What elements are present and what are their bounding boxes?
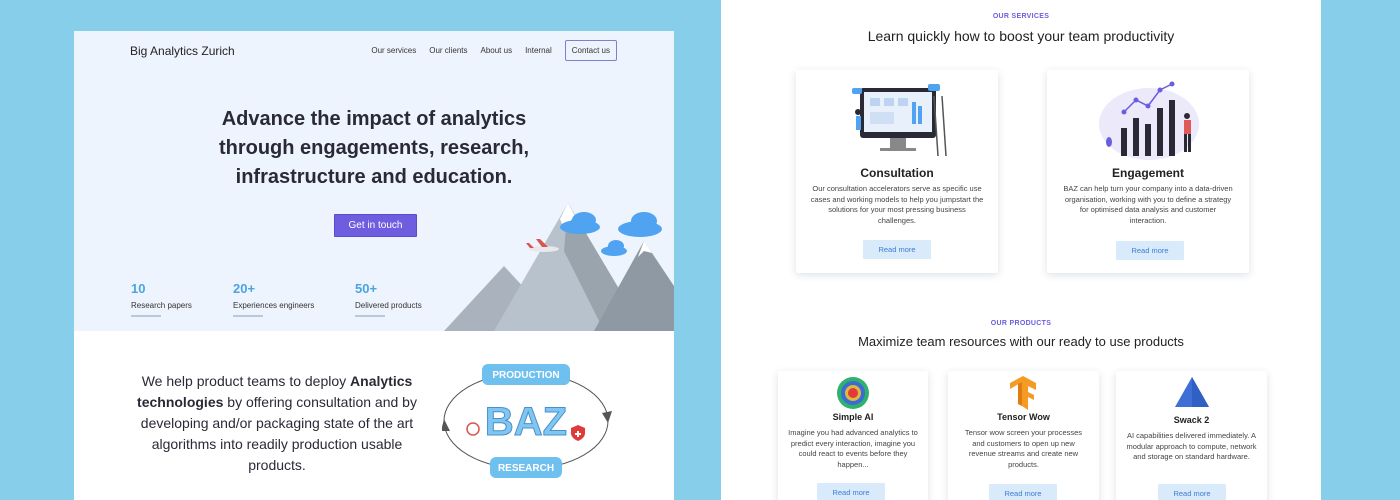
card-description: AI capabilities delivered immediately. A… xyxy=(1126,431,1257,461)
baz-wordmark: BAZ xyxy=(485,400,567,444)
card-title: Swack 2 xyxy=(1173,415,1210,425)
simple-ai-icon xyxy=(837,377,869,409)
stat-underline xyxy=(233,315,263,317)
consultation-read-more-button[interactable]: Read more xyxy=(863,240,931,259)
tensorflow-icon xyxy=(1010,376,1036,410)
tensor-wow-read-more-button[interactable]: Read more xyxy=(989,484,1057,500)
stat-underline xyxy=(355,315,385,317)
service-card-engagement: Engagement BAZ can help turn your compan… xyxy=(1047,70,1249,273)
card-description: Tensor wow screen your processes and cus… xyxy=(964,428,1083,469)
production-label: PRODUCTION xyxy=(492,370,559,381)
stat-delivered-products: 50+ Delivered products xyxy=(355,281,422,317)
card-title: Simple AI xyxy=(832,412,874,422)
hero-headline-line-1: Advance the impact of analytics xyxy=(221,108,527,130)
hero-section: Big Analytics Zurich Our services Our cl… xyxy=(74,31,674,331)
person-icon xyxy=(855,109,861,115)
hero-headline-line-2: through engagements, research, xyxy=(218,137,530,159)
stat-label: Delivered products xyxy=(355,301,422,310)
intro-text-part-1: We help product teams to deploy xyxy=(141,373,347,389)
nav-about-us[interactable]: About us xyxy=(480,46,512,55)
baz-cycle-diagram: PRODUCTION RESEARCH BAZ xyxy=(442,364,612,478)
card-description: Imagine you had advanced analytics to pr… xyxy=(788,428,918,469)
card-title: Consultation xyxy=(860,166,934,180)
target-icon xyxy=(466,422,480,436)
contact-us-button[interactable]: Contact us xyxy=(564,40,617,61)
products-eyebrow: OUR PRODUCTS xyxy=(990,320,1052,327)
services-eyebrow: OUR SERVICES xyxy=(992,13,1050,20)
bar-icon xyxy=(1145,124,1151,156)
swack-triangle-icon xyxy=(1175,377,1209,407)
card-description: BAZ can help turn your company into a da… xyxy=(1063,184,1233,225)
cloud-icon xyxy=(618,212,662,237)
get-in-touch-button[interactable]: Get in touch xyxy=(334,214,417,237)
stat-label: Experiences engineers xyxy=(233,301,315,310)
mountains-illustration xyxy=(444,203,674,331)
hero-headline-line-3: infrastructure and education. xyxy=(235,166,513,188)
product-card-simple-ai: Simple AI Imagine you had advanced analy… xyxy=(778,371,928,500)
arrow-head-icon xyxy=(442,419,450,431)
service-card-consultation: Consultation Our consultation accelerato… xyxy=(796,70,998,273)
bar-icon xyxy=(1121,128,1127,156)
person-icon xyxy=(1184,113,1190,119)
product-card-tensor-wow: Tensor Wow Tensor wow screen your proces… xyxy=(948,371,1099,500)
plant-icon xyxy=(1106,137,1112,147)
nav-our-clients[interactable]: Our clients xyxy=(429,46,467,55)
left-page: Big Analytics Zurich Our services Our cl… xyxy=(74,31,674,500)
stat-value: 20+ xyxy=(233,281,256,296)
nav-internal[interactable]: Internal xyxy=(525,46,552,55)
simple-ai-read-more-button[interactable]: Read more xyxy=(817,483,885,500)
card-title: Engagement xyxy=(1111,166,1184,180)
stat-value: 10 xyxy=(131,281,146,296)
nav-our-services[interactable]: Our services xyxy=(371,46,416,55)
stat-label: Research papers xyxy=(131,301,192,310)
card-description: Our consultation accelerators serve as s… xyxy=(810,184,984,225)
bar-icon xyxy=(1157,108,1163,156)
services-title: Learn quickly how to boost your team pro… xyxy=(867,28,1175,44)
stat-underline xyxy=(131,315,161,317)
arrow-head-icon xyxy=(602,411,612,423)
stat-research-papers: 10 Research papers xyxy=(131,281,192,317)
products-title: Maximize team resources with our ready t… xyxy=(858,334,1184,349)
intro-paragraph: We help product teams to deploy Analytic… xyxy=(122,371,432,476)
swack-2-read-more-button[interactable]: Read more xyxy=(1158,484,1226,500)
engagement-illustration xyxy=(1099,81,1199,160)
stat-value: 50+ xyxy=(355,281,378,296)
consultation-illustration xyxy=(852,84,947,157)
right-page: OUR SERVICES Learn quickly how to boost … xyxy=(721,0,1321,500)
hero-headline: Advance the impact of analytics through … xyxy=(74,105,674,192)
brand-logo[interactable]: Big Analytics Zurich xyxy=(130,44,235,58)
card-title: Tensor Wow xyxy=(997,412,1050,422)
engagement-read-more-button[interactable]: Read more xyxy=(1116,241,1184,260)
bar-icon xyxy=(1133,118,1139,156)
stat-engineers: 20+ Experiences engineers xyxy=(233,281,314,317)
top-nav: Our services Our clients About us Intern… xyxy=(358,40,617,61)
research-label: RESEARCH xyxy=(498,463,554,474)
product-card-swack-2: Swack 2 AI capabilities delivered immedi… xyxy=(1116,371,1267,500)
bar-icon xyxy=(1169,100,1175,156)
cloud-icon xyxy=(601,240,627,256)
